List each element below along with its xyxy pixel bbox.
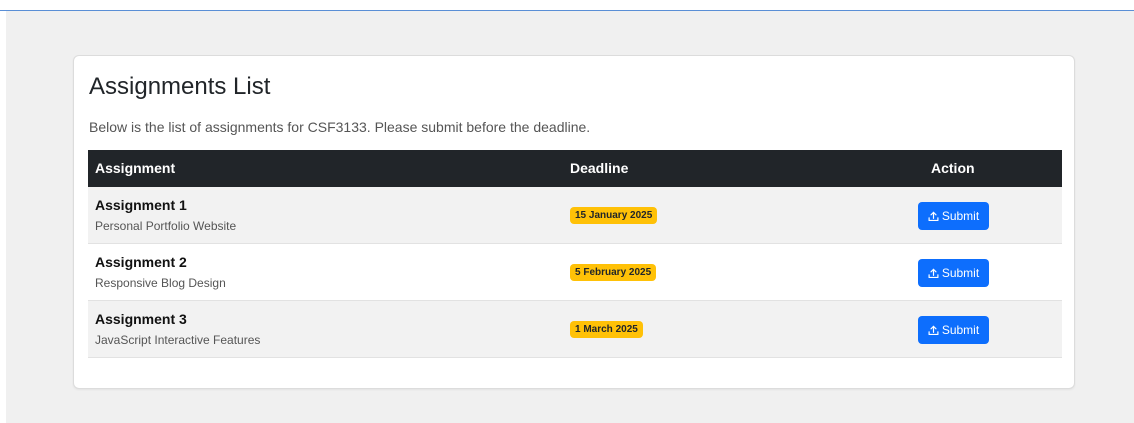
assignment-description: Personal Portfolio Website xyxy=(95,219,237,233)
table-row: Assignment 3 JavaScript Interactive Feat… xyxy=(88,301,1062,358)
assignment-title: Assignment 2 xyxy=(95,254,187,270)
deadline-badge: 1 March 2025 xyxy=(570,321,643,338)
deadline-badge: 5 February 2025 xyxy=(570,264,657,281)
deadline-badge: 15 January 2025 xyxy=(570,207,658,224)
upload-icon xyxy=(928,325,939,336)
table-row: Assignment 1 Personal Portfolio Website … xyxy=(88,187,1062,244)
assignment-description: Responsive Blog Design xyxy=(95,276,226,290)
assignments-table: Assignment Deadline Action Assignment 1 … xyxy=(88,150,1062,358)
submit-button[interactable]: Submit xyxy=(918,316,989,344)
intro-text: Below is the list of assignments for CSF… xyxy=(89,119,591,135)
upload-icon xyxy=(928,268,939,279)
submit-label: Submit xyxy=(941,323,980,337)
submit-label: Submit xyxy=(941,266,980,280)
table-header: Assignment Deadline Action xyxy=(88,150,1062,187)
submit-label: Submit xyxy=(941,209,980,223)
assignment-description: JavaScript Interactive Features xyxy=(95,333,261,347)
table-row: Assignment 2 Responsive Blog Design 5 Fe… xyxy=(88,244,1062,301)
submit-button[interactable]: Submit xyxy=(918,259,989,287)
assignments-card: Assignments List Below is the list of as… xyxy=(73,55,1075,389)
page-title: Assignments List xyxy=(89,73,271,100)
assignment-title: Assignment 1 xyxy=(95,197,187,213)
submit-button[interactable]: Submit xyxy=(918,202,989,230)
upload-icon xyxy=(928,211,939,222)
header-assignment: Assignment xyxy=(95,160,176,176)
header-action: Action xyxy=(931,160,975,176)
assignment-title: Assignment 3 xyxy=(95,311,187,327)
header-deadline: Deadline xyxy=(570,160,629,176)
